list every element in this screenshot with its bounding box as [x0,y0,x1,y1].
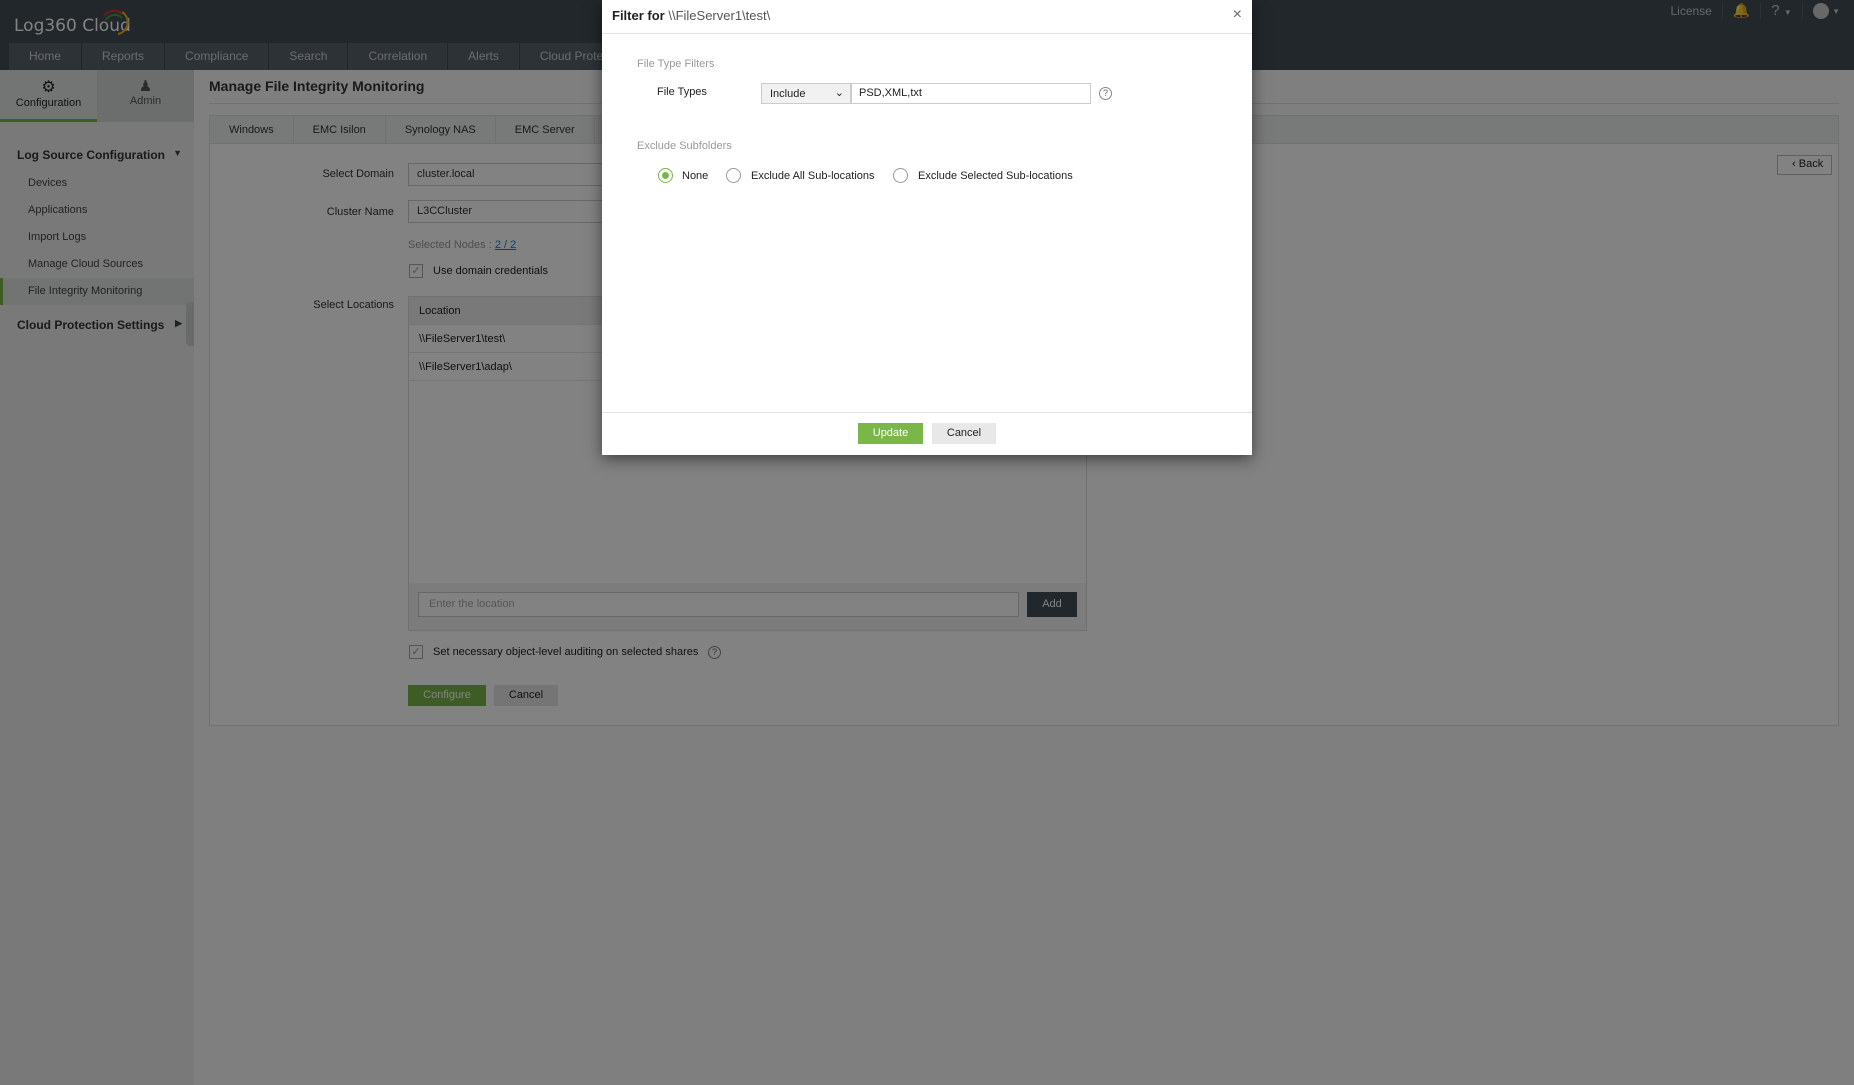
radio-exclude-selected[interactable] [893,168,908,183]
title-path: \\FileServer1\test\ [668,8,770,23]
file-type-mode-select[interactable]: Include ⌄ [761,83,851,104]
help-icon[interactable]: ? [1099,87,1112,100]
file-types-input[interactable]: PSD,XML,txt [851,83,1091,104]
select-value: Include [770,88,805,100]
dialog-cancel-button[interactable]: Cancel [932,423,996,444]
radio-exclude-all-label: Exclude All Sub-locations [751,170,875,182]
dialog-title: Filter for \\FileServer1\test\ [612,8,770,23]
radio-exclude-selected-label: Exclude Selected Sub-locations [918,170,1073,182]
close-icon[interactable]: × [1233,6,1242,24]
radio-none-label: None [682,170,708,182]
file-type-filters-heading: File Type Filters [637,58,714,70]
chevron-down-icon: ⌄ [835,86,844,99]
title-prefix: Filter for [612,8,665,23]
divider [602,412,1252,413]
exclude-subfolders-heading: Exclude Subfolders [637,140,732,152]
filter-dialog: Filter for \\FileServer1\test\ × File Ty… [602,0,1252,455]
file-types-label: File Types [657,86,707,98]
dialog-header: Filter for \\FileServer1\test\ × [602,0,1252,34]
update-button[interactable]: Update [858,423,923,444]
radio-exclude-all[interactable] [726,168,741,183]
radio-none[interactable] [658,168,673,183]
